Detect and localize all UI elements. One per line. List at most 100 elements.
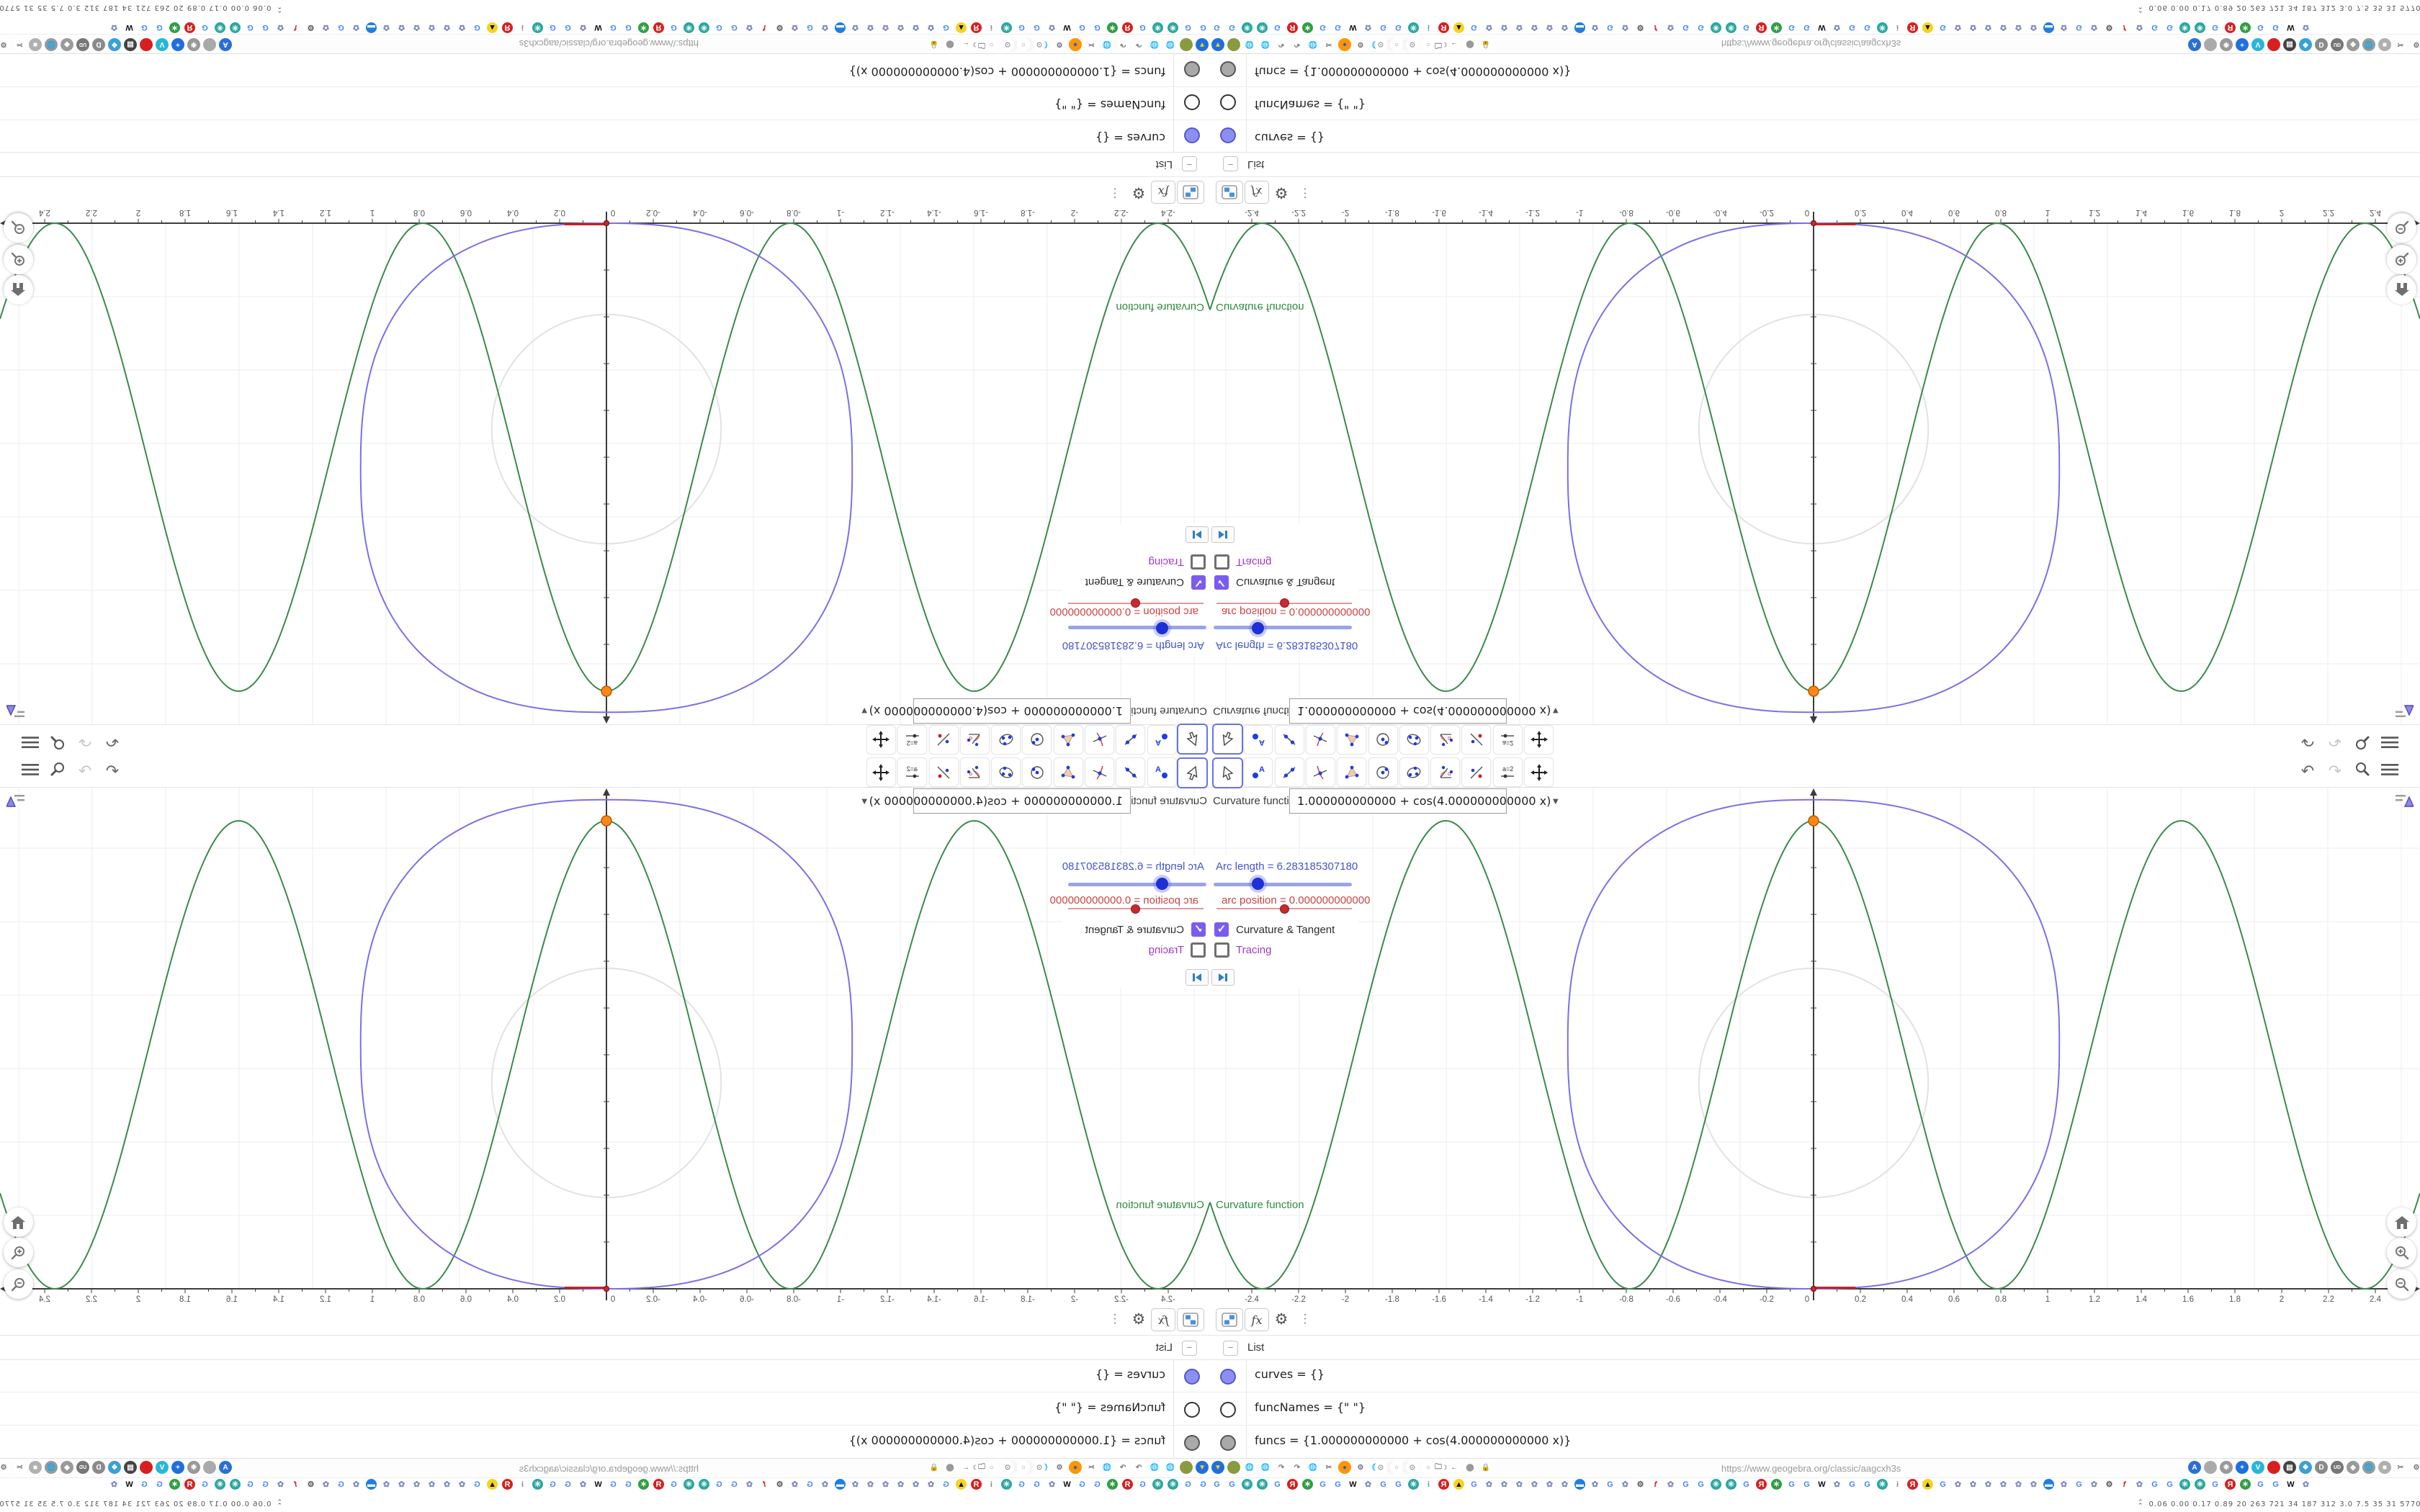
bookmark-favicon[interactable]: Я — [502, 22, 513, 33]
polygon-tool[interactable] — [1053, 757, 1083, 787]
arc-point[interactable] — [601, 815, 612, 827]
gear-icon[interactable]: ⚙ — [1354, 1461, 1367, 1474]
shield-gray-icon[interactable]: ◆ — [2347, 1461, 2360, 1474]
bookmark-favicon[interactable]: Я — [1438, 22, 1449, 33]
select-tool[interactable] — [1177, 757, 1208, 788]
arc-arrow-icon[interactable]: ↷ — [1291, 38, 1304, 51]
visibility-toggle[interactable] — [1184, 94, 1200, 110]
bookmark-favicon[interactable]: ✳ — [1257, 22, 1268, 33]
shield-v-icon[interactable]: V — [2251, 1461, 2264, 1474]
reflect-tool[interactable] — [928, 757, 959, 787]
wrench-icon[interactable]: ✂ — [1085, 38, 1098, 51]
bookmark-favicon[interactable]: ✿ — [109, 22, 120, 33]
bookmark-favicon[interactable]: ✿ — [2028, 22, 2039, 33]
curvature-tangent-checkbox[interactable]: ✓ — [1214, 575, 1229, 590]
kebab-icon[interactable]: ⋮ — [1106, 182, 1124, 204]
bookmark-favicon[interactable]: ✿ — [1529, 1479, 1540, 1490]
intersect-tool[interactable] — [1085, 725, 1115, 755]
globe-icon[interactable]: 🌐 — [1259, 1461, 1272, 1474]
visibility-toggle[interactable] — [1220, 61, 1236, 77]
visibility-toggle[interactable] — [1220, 1369, 1236, 1385]
zoom-out-button[interactable] — [4, 1269, 33, 1299]
bookmark-favicon[interactable]: G — [1137, 22, 1148, 33]
circle-tool[interactable] — [1022, 725, 1052, 755]
bookmark-favicon[interactable]: ✳ — [1257, 1479, 1268, 1490]
circle-icon[interactable]: ○ — [1017, 1461, 1030, 1474]
bookmark-favicon[interactable]: f — [759, 1479, 770, 1490]
bookmark-favicon[interactable]: ✳ — [1408, 1479, 1419, 1490]
bookmark-favicon[interactable]: ✿ — [1559, 22, 1570, 33]
intersect-tool[interactable] — [1305, 725, 1335, 755]
bookmark-favicon[interactable]: ✶ — [169, 1479, 180, 1490]
bookmark-favicon[interactable]: Я — [184, 22, 195, 33]
home-button[interactable] — [4, 275, 33, 305]
graphics-view[interactable]: -2.4 -2.2 -2 -1.8 -1.6 -1.4 -1.2 -1 -0.8 -0.6 -0.4… — [1210, 787, 2420, 1303]
bookmark-favicon[interactable]: Я — [2225, 22, 2236, 33]
redo-icon[interactable]: ↷ — [71, 762, 99, 780]
bookmark-favicon[interactable]: ✳ — [699, 1479, 709, 1490]
bookmark-favicon[interactable]: G — [1183, 1479, 1193, 1490]
algebra-expression[interactable]: curves = {} — [1095, 1367, 1165, 1381]
undo-icon[interactable]: ↶ — [2294, 732, 2321, 750]
polygon-tool[interactable] — [1337, 725, 1367, 755]
olive-circle-icon[interactable] — [1227, 1461, 1240, 1474]
bookmark-favicon[interactable]: G — [1605, 22, 1615, 33]
target-icon[interactable]: ⊙ — [1406, 38, 1419, 51]
redo-icon[interactable]: ↷ — [71, 732, 99, 750]
zoom-in-button[interactable] — [2387, 1238, 2416, 1267]
visibility-toggle[interactable] — [1184, 61, 1200, 77]
bookmark-favicon[interactable]: G — [805, 1479, 815, 1490]
bookmark-favicon[interactable]: ✿ — [1363, 22, 1373, 33]
bookmark-favicon[interactable]: G — [623, 1479, 634, 1490]
circle-tool[interactable] — [1368, 757, 1398, 787]
bookmark-favicon[interactable]: ✶ — [1302, 22, 1313, 33]
bookmark-favicon[interactable]: ✶ — [1771, 1479, 1782, 1490]
bookmark-favicon[interactable]: ✿ — [1983, 22, 1994, 33]
bookmark-favicon[interactable]: G — [1031, 22, 1042, 33]
arc-length-slider-knob[interactable] — [1252, 878, 1264, 890]
bookmark-favicon[interactable]: Я — [653, 1479, 664, 1490]
bookmark-favicon[interactable]: G — [805, 22, 815, 33]
bookmark-favicon[interactable]: G — [2149, 1479, 2160, 1490]
bookmark-favicon[interactable]: ⚙ — [305, 22, 316, 33]
bookmark-favicon[interactable]: G — [1786, 1479, 1797, 1490]
bookmark-favicon[interactable]: G — [139, 22, 150, 33]
redo-icon[interactable]: ↷ — [2321, 732, 2349, 750]
bookmark-favicon[interactable]: G — [154, 22, 165, 33]
plus-circle-icon[interactable]: + — [2236, 1461, 2249, 1474]
bookmark-favicon[interactable]: ▬ — [2043, 1479, 2054, 1490]
bookmark-favicon[interactable]: G — [260, 22, 271, 33]
arc-length-slider[interactable] — [1214, 883, 1352, 886]
point-tool[interactable]: A — [1147, 757, 1177, 787]
bookmark-favicon[interactable]: W — [2285, 1479, 2296, 1490]
bookmark-favicon[interactable]: W — [1348, 1479, 1358, 1490]
algebra-expression[interactable]: funcNames = {" "} — [1255, 98, 1366, 112]
bookmark-favicon[interactable]: W — [593, 22, 604, 33]
bookmark-favicon[interactable]: ✳ — [1711, 1479, 1721, 1490]
bookmark-favicon[interactable]: Я — [502, 1479, 513, 1490]
globe-icon[interactable]: 🌐 — [1164, 1461, 1177, 1474]
bookmark-favicon[interactable]: f — [2119, 22, 2130, 33]
zoom-out-button[interactable] — [4, 213, 33, 243]
bookmark-favicon[interactable]: ✳ — [1168, 1479, 1178, 1490]
columns-icon[interactable]: ▤ — [2283, 38, 2296, 51]
bookmark-favicon[interactable]: ✳ — [1001, 1479, 1012, 1490]
bookmark-favicon[interactable]: G — [245, 22, 256, 33]
fx-icon[interactable]: fx — [1151, 181, 1175, 204]
bookmark-favicon[interactable]: i — [1423, 22, 1434, 33]
bookmark-favicon[interactable]: G — [1227, 1479, 1237, 1490]
bookmark-favicon[interactable]: ✿ — [1590, 22, 1600, 33]
target-icon[interactable]: ⊙ — [1001, 38, 1014, 51]
gear-icon[interactable]: ⚙ — [1270, 1308, 1292, 1330]
wrench-icon[interactable]: ✂ — [13, 1461, 26, 1474]
bookmark-favicon[interactable]: ✿ — [895, 1479, 906, 1490]
bookmark-favicon[interactable]: ✿ — [321, 1479, 331, 1490]
bookmark-favicon[interactable]: i — [517, 1479, 528, 1490]
algebra-expression[interactable]: funcs = {1.000000000000 + cos(4.00000000… — [849, 1434, 1165, 1447]
bookmark-favicon[interactable]: ✶ — [1302, 1479, 1313, 1490]
collapse-button[interactable]: − — [1182, 156, 1197, 171]
line-tool[interactable] — [1274, 725, 1304, 755]
bookmark-favicon[interactable]: G — [668, 22, 679, 33]
bookmark-favicon[interactable]: ✳ — [1877, 22, 1888, 33]
bookmark-favicon[interactable]: W — [1062, 22, 1072, 33]
